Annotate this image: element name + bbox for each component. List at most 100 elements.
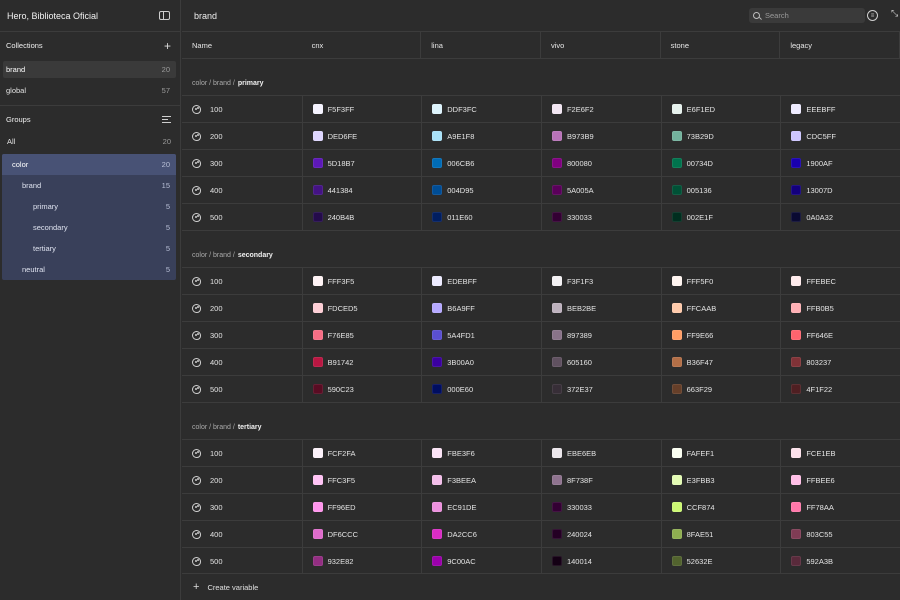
table-row[interactable]: 500 240B4B 011E60 330033 002E1F 0A0A32 [182,204,900,231]
color-swatch[interactable] [791,212,802,222]
color-value-cell[interactable]: F76E85 [301,322,422,348]
color-swatch[interactable] [551,276,562,286]
color-swatch[interactable] [791,104,802,114]
color-value-cell[interactable]: FDCED5 [301,295,422,321]
column-header-legacy[interactable]: legacy [780,32,900,58]
color-value-cell[interactable]: 240024 [540,521,661,547]
table-row[interactable]: 100 FCF2FA FBE3F6 EBE6EB FAFEF1 FCE1EB [182,440,900,467]
color-swatch[interactable] [432,104,443,114]
color-swatch[interactable] [791,556,802,566]
color-value-cell[interactable]: FFB0B5 [780,295,900,321]
color-swatch[interactable] [432,529,443,539]
column-header-stone[interactable]: stone [661,32,781,58]
color-value-cell[interactable]: DA2CC6 [421,521,541,547]
table-row[interactable]: 400 441384 004D95 5A005A 005136 13007D [182,177,900,204]
color-swatch[interactable] [671,303,682,313]
table-row[interactable]: 300 5D18B7 006CB6 800080 00734D 1900AF [182,150,900,177]
table-row[interactable]: 200 DED6FE A9E1F8 B973B9 73B29D CDC5FF [182,123,900,150]
color-swatch[interactable] [671,384,682,394]
table-row[interactable]: 400 B91742 3B00A0 605160 B36F47 803237 [182,349,900,376]
color-value-cell[interactable]: E6F1ED [660,96,781,122]
add-collection-icon[interactable]: + [164,40,171,52]
color-swatch[interactable] [432,303,443,313]
color-swatch[interactable] [551,330,562,340]
color-value-cell[interactable]: 932E82 [301,548,422,574]
color-swatch[interactable] [671,448,682,458]
color-value-cell[interactable]: 9C00AC [421,548,541,574]
expand-icon[interactable]: ⤡ [891,8,898,19]
color-value-cell[interactable]: 372E37 [540,376,661,402]
search-box[interactable] [749,8,865,23]
color-swatch[interactable] [671,104,682,114]
color-value-cell[interactable]: 00734D [660,150,781,176]
mode-icon[interactable]: ≡ [867,10,878,21]
color-swatch[interactable] [432,276,443,286]
color-value-cell[interactable]: 592A3B [780,548,900,574]
color-swatch[interactable] [551,556,562,566]
color-value-cell[interactable]: 663F29 [660,376,781,402]
column-header-cnx[interactable]: cnx [302,32,422,58]
color-swatch[interactable] [551,357,562,367]
color-swatch[interactable] [312,529,323,539]
color-value-cell[interactable]: 0A0A32 [780,204,900,230]
group-item-secondary[interactable]: secondary 5 [2,217,176,238]
color-value-cell[interactable]: 803C55 [780,521,900,547]
color-swatch[interactable] [671,556,682,566]
color-value-cell[interactable]: CCF874 [660,494,781,520]
color-value-cell[interactable]: FFF5F0 [660,268,781,294]
table-row[interactable]: 400 DF6CCC DA2CC6 240024 8FAE51 803C55 [182,521,900,548]
color-value-cell[interactable]: 330033 [540,494,661,520]
color-value-cell[interactable]: EDEBFF [421,268,541,294]
color-value-cell[interactable]: 140014 [540,548,661,574]
color-value-cell[interactable]: 4F1F22 [780,376,900,402]
color-value-cell[interactable]: FFCAAB [660,295,781,321]
color-swatch[interactable] [312,104,323,114]
color-swatch[interactable] [551,158,562,168]
color-value-cell[interactable]: E3FBB3 [660,467,781,493]
color-value-cell[interactable]: FFF3F5 [301,268,422,294]
table-row[interactable]: 100 F5F3FF DDF3FC F2E6F2 E6F1ED EEEBFF [182,96,900,123]
color-swatch[interactable] [432,212,443,222]
column-header-lina[interactable]: lina [421,32,541,58]
color-value-cell[interactable]: B973B9 [540,123,661,149]
color-swatch[interactable] [432,556,443,566]
color-swatch[interactable] [551,475,562,485]
color-value-cell[interactable]: 011E60 [421,204,541,230]
color-value-cell[interactable]: EBE6EB [540,440,661,466]
color-swatch[interactable] [671,158,682,168]
color-value-cell[interactable]: 5A005A [540,177,661,203]
color-swatch[interactable] [432,384,443,394]
color-value-cell[interactable]: 330033 [540,204,661,230]
color-value-cell[interactable]: 8FAE51 [660,521,781,547]
color-swatch[interactable] [791,529,802,539]
color-value-cell[interactable]: F5F3FF [301,96,422,122]
color-swatch[interactable] [551,529,562,539]
color-value-cell[interactable]: DF6CCC [301,521,422,547]
table-row[interactable]: 500 932E82 9C00AC 140014 52632E 592A3B [182,548,900,575]
color-value-cell[interactable]: 5A4FD1 [421,322,541,348]
color-value-cell[interactable]: 005136 [660,177,781,203]
collection-item-global[interactable]: global 57 [3,82,176,99]
color-swatch[interactable] [312,158,323,168]
color-value-cell[interactable]: F3BEEA [421,467,541,493]
column-header-vivo[interactable]: vivo [541,32,661,58]
color-value-cell[interactable]: 800080 [540,150,661,176]
color-swatch[interactable] [432,330,443,340]
color-value-cell[interactable]: EEEBFF [780,96,900,122]
group-item-primary[interactable]: primary 5 [2,196,176,217]
color-value-cell[interactable]: BEB2BE [540,295,661,321]
color-value-cell[interactable]: 605160 [540,349,661,375]
color-swatch[interactable] [551,104,562,114]
color-swatch[interactable] [551,131,562,141]
variable-name-cell[interactable]: 300 [182,494,302,520]
sidebar-toggle-icon[interactable] [159,11,170,20]
color-swatch[interactable] [791,502,802,512]
color-value-cell[interactable]: FF9E66 [660,322,781,348]
variable-name-cell[interactable]: 300 [182,150,302,176]
variable-name-cell[interactable]: 400 [182,349,302,375]
table-row[interactable]: 300 F76E85 5A4FD1 897389 FF9E66 FF646E [182,322,900,349]
color-swatch[interactable] [312,185,323,195]
color-value-cell[interactable]: 13007D [780,177,900,203]
color-swatch[interactable] [671,212,682,222]
color-swatch[interactable] [671,276,682,286]
